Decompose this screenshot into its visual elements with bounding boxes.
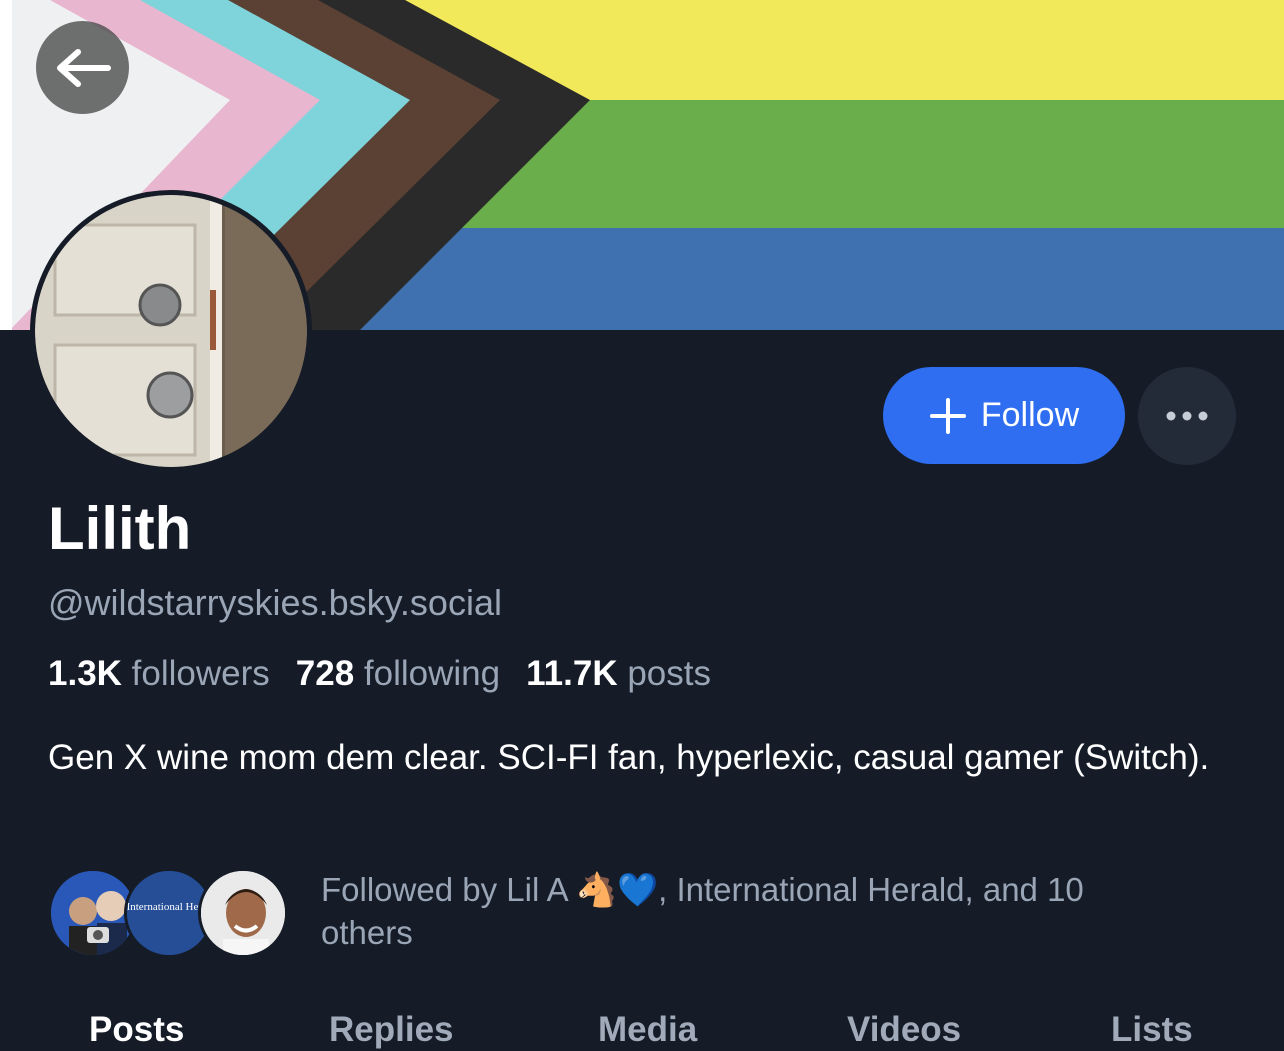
following-count: 728	[295, 654, 355, 693]
user-handle: @wildstarryskies.bsky.social	[48, 582, 502, 623]
posts-count: 11.7K	[526, 654, 618, 693]
follower-photo-icon	[201, 871, 285, 955]
following-label: following	[363, 654, 501, 693]
known-followers-avatars[interactable]: International Herald	[48, 868, 288, 960]
posts-stat: 11.7K posts	[526, 654, 711, 693]
followers-label: followers	[131, 654, 270, 693]
plus-icon	[929, 397, 966, 434]
follow-button-label: Follow	[980, 396, 1080, 434]
follow-button[interactable]: Follow	[883, 367, 1125, 464]
tab-replies[interactable]: Replies	[329, 1010, 454, 1050]
posts-label: posts	[627, 654, 711, 693]
following-stat[interactable]: 728 following	[296, 654, 500, 693]
follower-avatar-3	[198, 868, 288, 958]
ellipsis-icon	[1166, 411, 1208, 421]
profile-bio: Gen X wine mom dem clear. SCI-FI fan, hy…	[48, 738, 1210, 777]
followers-stat[interactable]: 1.3K followers	[48, 654, 270, 693]
more-options-button[interactable]	[1138, 367, 1236, 465]
back-button[interactable]	[36, 21, 129, 114]
display-name: Lilith	[48, 495, 192, 562]
avatar-door-image	[35, 195, 307, 467]
profile-tabs: Posts Replies Media Videos Lists	[0, 1010, 1284, 1051]
followed-by-text[interactable]: Followed by Lil A 🐴💙, International Hera…	[321, 868, 1181, 954]
arrow-left-icon	[56, 48, 111, 87]
tab-posts[interactable]: Posts	[89, 1010, 184, 1050]
profile-avatar[interactable]	[30, 190, 312, 472]
tab-lists[interactable]: Lists	[1111, 1010, 1193, 1050]
tab-media[interactable]: Media	[598, 1010, 697, 1050]
followers-count: 1.3K	[48, 654, 122, 693]
tab-videos[interactable]: Videos	[847, 1010, 961, 1050]
profile-stats: 1.3K followers 728 following 11.7K posts	[48, 651, 711, 697]
